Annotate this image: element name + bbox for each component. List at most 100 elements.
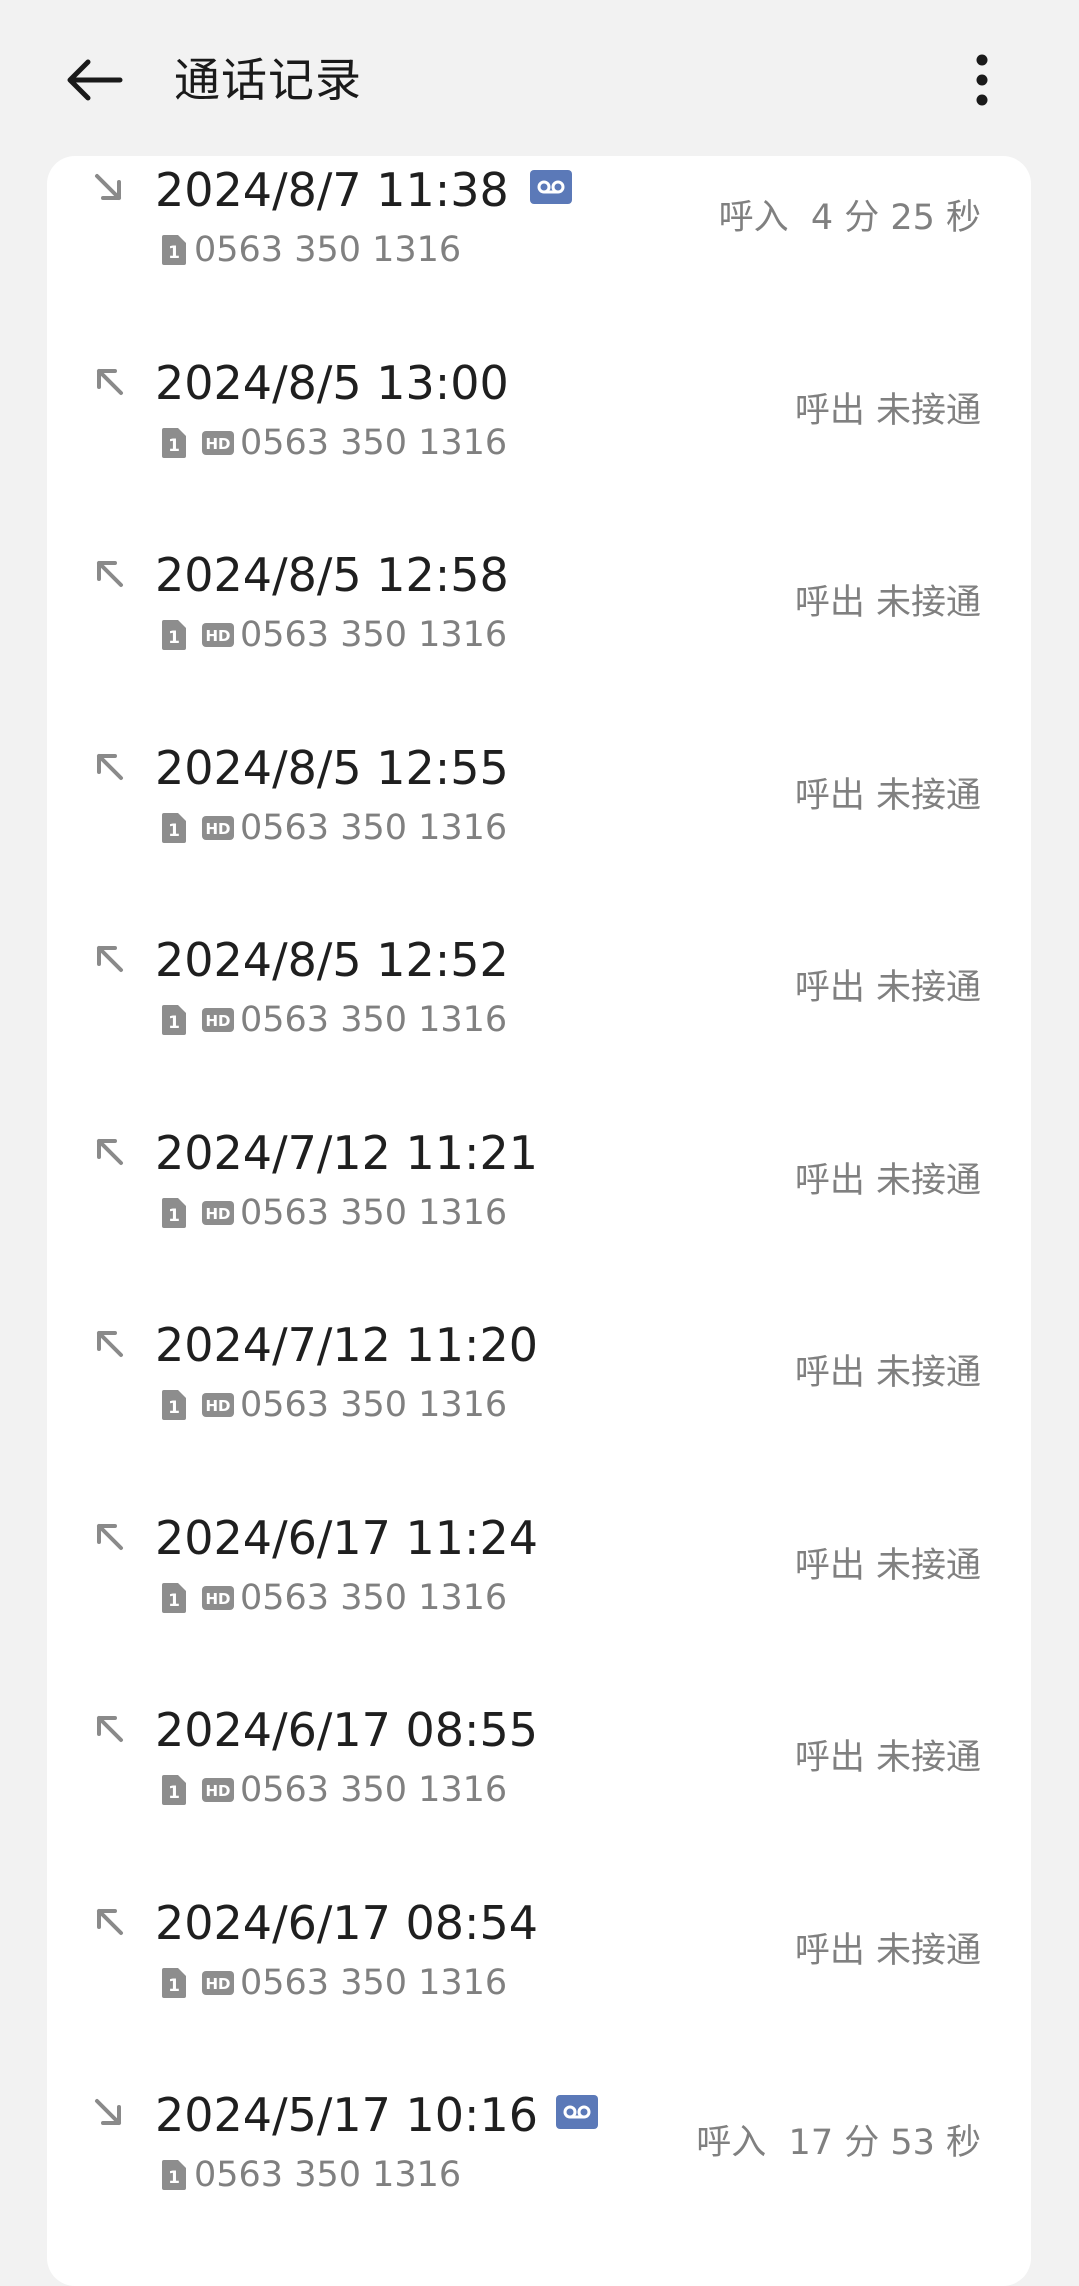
svg-text:HD: HD xyxy=(205,1012,230,1030)
svg-text:HD: HD xyxy=(205,1782,230,1800)
call-details: 1 HD 0563 350 1316 xyxy=(162,613,507,657)
sim-slot-number: 1 xyxy=(168,1783,180,1803)
call-status: 呼出 未接通 xyxy=(794,1738,981,1778)
call-log-item[interactable]: 2024/8/7 11:38 1 0563 350 1316 呼入 4 分 25 秒 xyxy=(47,146,1031,339)
phone-number: 0563 350 1316 xyxy=(240,1192,508,1233)
svg-text:HD: HD xyxy=(205,1397,230,1415)
hd-voice-icon: HD xyxy=(202,815,234,840)
phone-number: 0563 350 1316 xyxy=(240,807,508,848)
phone-number: 0563 350 1316 xyxy=(194,230,462,270)
sim-slot-number: 1 xyxy=(168,2168,180,2188)
call-datetime: 2024/8/5 12:52 xyxy=(155,933,509,987)
sim-slot-number: 1 xyxy=(168,1591,180,1611)
sim-card-icon: 1 xyxy=(162,812,186,843)
call-details: 1 0563 350 1316 xyxy=(162,2153,461,2197)
sim-card-icon: 1 xyxy=(162,1197,186,1228)
call-datetime: 2024/7/12 11:20 xyxy=(155,1318,539,1372)
svg-text:HD: HD xyxy=(205,627,230,645)
hd-voice-icon: HD xyxy=(202,1393,234,1417)
phone-number: 0563 350 1316 xyxy=(240,1385,508,1425)
hd-voice-icon: HD xyxy=(202,623,234,647)
call-log-item[interactable]: 2024/6/17 08:54 1 HD 0563 350 1316 呼出 未接通 xyxy=(47,1879,1031,2072)
sim-card-icon: 1 xyxy=(162,1775,186,1805)
sim-card-icon: 1 xyxy=(162,1582,186,1613)
call-details: 1 HD 0563 350 1316 xyxy=(162,1383,507,1427)
svg-text:HD: HD xyxy=(205,820,230,838)
call-log-item[interactable]: 2024/8/5 12:52 1 HD 0563 350 1316 呼出 未接通 xyxy=(47,916,1031,1109)
hd-voice-icon: HD xyxy=(202,430,234,455)
phone-number: 0563 350 1316 xyxy=(240,1577,508,1618)
svg-text:HD: HD xyxy=(205,1975,230,1993)
back-button[interactable] xyxy=(58,44,130,116)
phone-number: 0563 350 1316 xyxy=(240,615,508,655)
svg-text:HD: HD xyxy=(205,1205,230,1223)
incoming-call-icon xyxy=(95,174,121,200)
phone-number: 0563 350 1316 xyxy=(194,2155,462,2195)
call-log-item[interactable]: 2024/7/12 11:21 1 HD 0563 350 1316 呼出 未接通 xyxy=(47,1109,1031,1302)
call-status: 呼出 未接通 xyxy=(794,775,981,816)
sim-card-icon: 1 xyxy=(162,1005,186,1035)
call-datetime: 2024/6/17 11:24 xyxy=(155,1510,539,1565)
recording-icon[interactable] xyxy=(556,2095,598,2129)
call-log-item[interactable]: 2024/7/12 11:20 1 HD 0563 350 1316 呼出 未接通 xyxy=(47,1301,1031,1494)
svg-text:HD: HD xyxy=(205,1590,230,1608)
sim-card-icon: 1 xyxy=(162,235,186,265)
call-log-item[interactable]: 2024/6/17 08:55 1 HD 0563 350 1316 呼出 未接通 xyxy=(47,1686,1031,1879)
sim-card-icon: 1 xyxy=(162,427,186,458)
svg-text:HD: HD xyxy=(205,435,230,453)
call-status: 呼出 未接通 xyxy=(794,390,981,431)
call-datetime: 2024/7/12 11:21 xyxy=(155,1125,539,1180)
call-details: 1 HD 0563 350 1316 xyxy=(162,998,507,1042)
call-log-item[interactable]: 2024/8/5 13:00 1 HD 0563 350 1316 呼出 未接通 xyxy=(47,339,1031,532)
more-options-button[interactable] xyxy=(952,44,1012,116)
call-status: 呼出 未接通 xyxy=(794,1160,981,1201)
call-status: 呼出 未接通 xyxy=(794,1353,981,1393)
call-details: 1 HD 0563 350 1316 xyxy=(162,1961,507,2005)
sim-slot-number: 1 xyxy=(168,628,180,648)
call-status: 呼入 17 分 53 秒 xyxy=(696,2123,981,2163)
call-log-item[interactable]: 2024/5/17 10:16 1 0563 350 1316 呼入 17 分 53 … xyxy=(47,2071,1031,2264)
call-datetime: 2024/6/17 08:54 xyxy=(155,1895,539,1950)
call-status: 呼出 未接通 xyxy=(794,1930,981,1971)
call-log-item[interactable]: 2024/8/5 12:55 1 HD 0563 350 1316 呼出 未接通 xyxy=(47,724,1031,917)
phone-number: 0563 350 1316 xyxy=(240,1962,508,2003)
more-vertical-icon xyxy=(976,54,988,106)
call-status: 呼出 未接通 xyxy=(794,583,981,623)
call-datetime: 2024/8/7 11:38 xyxy=(155,163,509,217)
sim-card-icon: 1 xyxy=(162,1967,186,1998)
call-log-item[interactable]: 2024/6/17 11:24 1 HD 0563 350 1316 呼出 未接通 xyxy=(47,1494,1031,1687)
outgoing-call-icon xyxy=(97,368,123,395)
hd-voice-icon: HD xyxy=(202,1008,234,1032)
sim-slot-number: 1 xyxy=(168,821,180,841)
outgoing-call-icon xyxy=(97,753,123,780)
call-details: 1 HD 0563 350 1316 xyxy=(162,1576,507,1620)
call-datetime: 2024/8/5 13:00 xyxy=(155,355,509,410)
sim-slot-number: 1 xyxy=(168,1206,180,1226)
call-status: 呼出 未接通 xyxy=(794,1545,981,1586)
call-details: 1 HD 0563 350 1316 xyxy=(162,421,507,465)
sim-slot-number: 1 xyxy=(168,436,180,456)
outgoing-call-icon xyxy=(97,946,123,972)
sim-slot-number: 1 xyxy=(168,1976,180,1996)
sim-slot-number: 1 xyxy=(168,1398,180,1418)
recording-icon[interactable] xyxy=(530,170,572,204)
phone-number: 0563 350 1316 xyxy=(240,422,508,463)
call-datetime: 2024/6/17 08:55 xyxy=(155,1703,539,1757)
outgoing-call-icon xyxy=(97,1523,123,1550)
call-details: 1 HD 0563 350 1316 xyxy=(162,1191,507,1235)
outgoing-call-icon xyxy=(97,1331,123,1357)
call-datetime: 2024/5/17 10:16 xyxy=(155,2088,539,2142)
outgoing-call-icon xyxy=(97,561,123,587)
sim-card-icon: 1 xyxy=(162,2160,186,2190)
hd-voice-icon: HD xyxy=(202,1585,234,1610)
call-details: 1 0563 350 1316 xyxy=(162,228,461,272)
page-title: 通话记录 xyxy=(174,53,362,107)
call-datetime: 2024/8/5 12:55 xyxy=(155,740,509,795)
call-status: 呼出 未接通 xyxy=(794,968,981,1008)
call-datetime: 2024/8/5 12:58 xyxy=(155,548,509,602)
call-status: 呼入 4 分 25 秒 xyxy=(718,198,981,238)
phone-number: 0563 350 1316 xyxy=(240,1770,508,1810)
sim-card-icon: 1 xyxy=(162,620,186,650)
call-log-item[interactable]: 2024/8/5 12:58 1 HD 0563 350 1316 呼出 未接通 xyxy=(47,531,1031,724)
call-details: 1 HD 0563 350 1316 xyxy=(162,1768,507,1812)
